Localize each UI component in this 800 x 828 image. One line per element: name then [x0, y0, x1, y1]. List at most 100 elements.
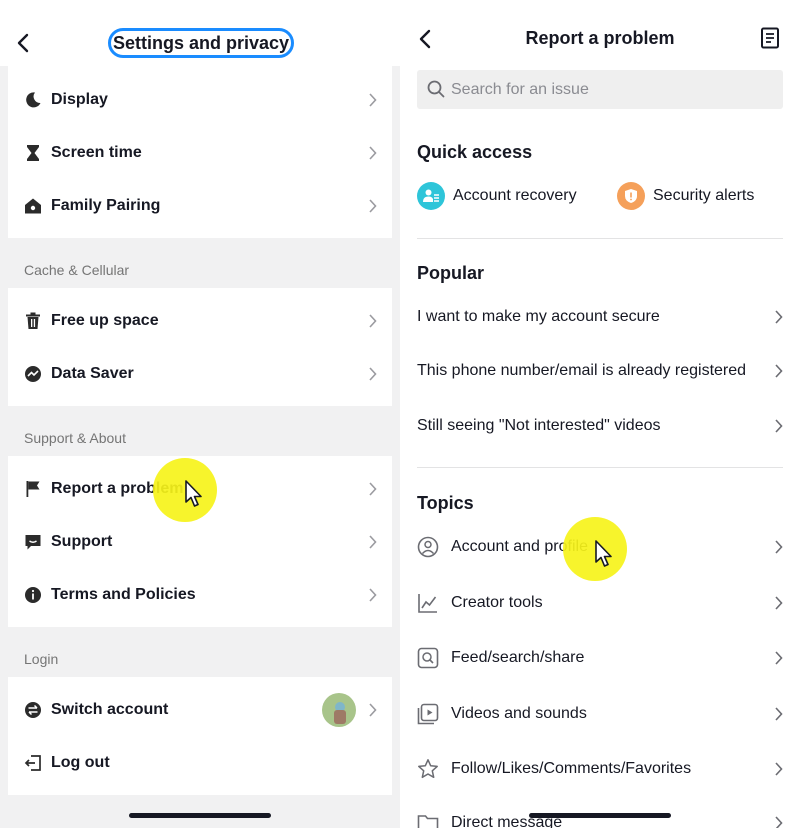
- home-indicator: [529, 813, 671, 818]
- chevron-right-icon: [366, 587, 378, 603]
- cursor-pointer-icon: [185, 480, 202, 507]
- quick-access-label: Account recovery: [453, 187, 577, 204]
- quick-access-label: Security alerts: [653, 187, 755, 204]
- display-settings-card: Display Screen time Family Pairing: [8, 66, 392, 238]
- hourglass-icon: [23, 143, 43, 163]
- trash-icon: [23, 311, 43, 331]
- popular-item[interactable]: Still seeing "Not interested" videos: [400, 399, 800, 453]
- settings-item-label: Switch account: [51, 700, 169, 718]
- settings-item-family-pairing[interactable]: Family Pairing: [8, 179, 392, 232]
- topic-item-label: Creator tools: [451, 594, 543, 611]
- chevron-right-icon: [772, 309, 784, 325]
- chevron-right-icon: [366, 366, 378, 382]
- topic-item-label: Videos and sounds: [451, 705, 587, 722]
- topic-item-label: Follow/Likes/Comments/Favorites: [451, 760, 692, 777]
- chevron-right-icon: [772, 761, 784, 777]
- settings-panel: Settings and privacy Display Screen time…: [0, 0, 400, 828]
- section-header-cache: Cache & Cellular: [24, 262, 130, 278]
- chevron-right-icon: [366, 198, 378, 214]
- popular-heading: Popular: [417, 263, 485, 283]
- avatar: [322, 692, 356, 727]
- topics-heading: Topics: [417, 493, 474, 513]
- back-button[interactable]: [8, 28, 38, 58]
- page-title: Report a problem: [525, 28, 675, 48]
- popular-item-label: I want to make my account secure: [417, 308, 660, 325]
- search-icon: [427, 80, 445, 98]
- chevron-right-icon: [366, 534, 378, 550]
- topic-item-label: Feed/search/share: [451, 649, 585, 666]
- divider: [417, 238, 783, 239]
- settings-item-support[interactable]: Support: [8, 515, 392, 568]
- topic-item-feed-search-share[interactable]: Feed/search/share: [400, 631, 800, 685]
- star-icon: [417, 758, 439, 780]
- chevron-right-icon: [772, 418, 784, 434]
- settings-item-free-up-space[interactable]: Free up space: [8, 294, 392, 347]
- settings-item-display[interactable]: Display: [8, 73, 392, 126]
- settings-item-screen-time[interactable]: Screen time: [8, 126, 392, 179]
- search-bar[interactable]: [417, 70, 783, 109]
- topic-item-follow-likes-comments-favorites[interactable]: Follow/Likes/Comments/Favorites: [400, 742, 800, 796]
- popular-item-label: This phone number/email is already regis…: [417, 362, 747, 379]
- chevron-right-icon: [772, 595, 784, 611]
- folder-icon: [417, 812, 439, 828]
- page-title-highlight: Settings and privacy: [108, 28, 294, 58]
- topic-item-creator-tools[interactable]: Creator tools: [400, 576, 800, 630]
- search-input[interactable]: [451, 70, 771, 109]
- chevron-right-icon: [772, 815, 784, 828]
- info-icon: [23, 585, 43, 605]
- chat-icon: [23, 532, 43, 552]
- popular-item-label: Still seeing "Not interested" videos: [417, 417, 661, 434]
- settings-item-terms-and-policies[interactable]: Terms and Policies: [8, 568, 392, 621]
- chart-icon: [417, 592, 439, 614]
- settings-item-label: Terms and Policies: [51, 585, 196, 603]
- quick-access-security-alerts[interactable]: Security alerts: [617, 181, 754, 211]
- topic-item-direct-message[interactable]: Direct message: [400, 796, 800, 828]
- cache-cellular-card: Free up space Data Saver: [8, 288, 392, 406]
- chevron-right-icon: [772, 706, 784, 722]
- section-header-support: Support & About: [24, 430, 126, 446]
- chevron-right-icon: [366, 145, 378, 161]
- account-recovery-icon: [417, 182, 445, 210]
- quick-access-account-recovery[interactable]: Account recovery: [417, 181, 577, 211]
- settings-item-label: Support: [51, 532, 113, 550]
- video-icon: [417, 703, 439, 725]
- back-arrow-icon: [17, 33, 29, 53]
- moon-icon: [23, 90, 43, 110]
- settings-item-switch-account[interactable]: Switch account: [8, 683, 392, 736]
- shield-icon: [617, 182, 645, 210]
- document-icon[interactable]: [758, 26, 782, 50]
- settings-item-label: Family Pairing: [51, 196, 161, 214]
- home-indicator: [129, 813, 271, 818]
- divider: [417, 467, 783, 468]
- settings-item-label: Log out: [51, 753, 110, 771]
- login-card: Switch account Log out: [8, 677, 392, 795]
- settings-item-label: Display: [51, 90, 108, 108]
- report-problem-panel: Report a problem Quick access Account re…: [400, 0, 800, 828]
- user-circle-icon: [417, 536, 439, 558]
- flag-icon: [23, 479, 43, 499]
- home-icon: [23, 196, 43, 216]
- chevron-right-icon: [366, 92, 378, 108]
- topic-item-videos-and-sounds[interactable]: Videos and sounds: [400, 687, 800, 741]
- chevron-right-icon: [772, 650, 784, 666]
- cursor-pointer-icon: [595, 540, 612, 567]
- switch-icon: [23, 700, 43, 720]
- chevron-right-icon: [772, 539, 784, 555]
- popular-item[interactable]: I want to make my account secure: [400, 290, 800, 344]
- section-header-login: Login: [24, 651, 59, 667]
- settings-item-label: Screen time: [51, 143, 142, 161]
- chevron-right-icon: [366, 313, 378, 329]
- settings-item-label: Data Saver: [51, 364, 134, 382]
- quick-access-heading: Quick access: [417, 142, 533, 162]
- chevron-right-icon: [366, 702, 378, 718]
- settings-nav-bar: Settings and privacy: [0, 0, 400, 66]
- settings-item-log-out[interactable]: Log out: [8, 736, 392, 789]
- popular-item[interactable]: This phone number/email is already regis…: [400, 344, 800, 398]
- chevron-right-icon: [366, 481, 378, 497]
- page-title: Settings and privacy: [112, 32, 290, 53]
- logout-icon: [23, 753, 43, 773]
- search-box-icon: [417, 647, 439, 669]
- settings-item-label: Free up space: [51, 311, 159, 329]
- settings-item-data-saver[interactable]: Data Saver: [8, 347, 392, 400]
- data-saver-icon: [23, 364, 43, 384]
